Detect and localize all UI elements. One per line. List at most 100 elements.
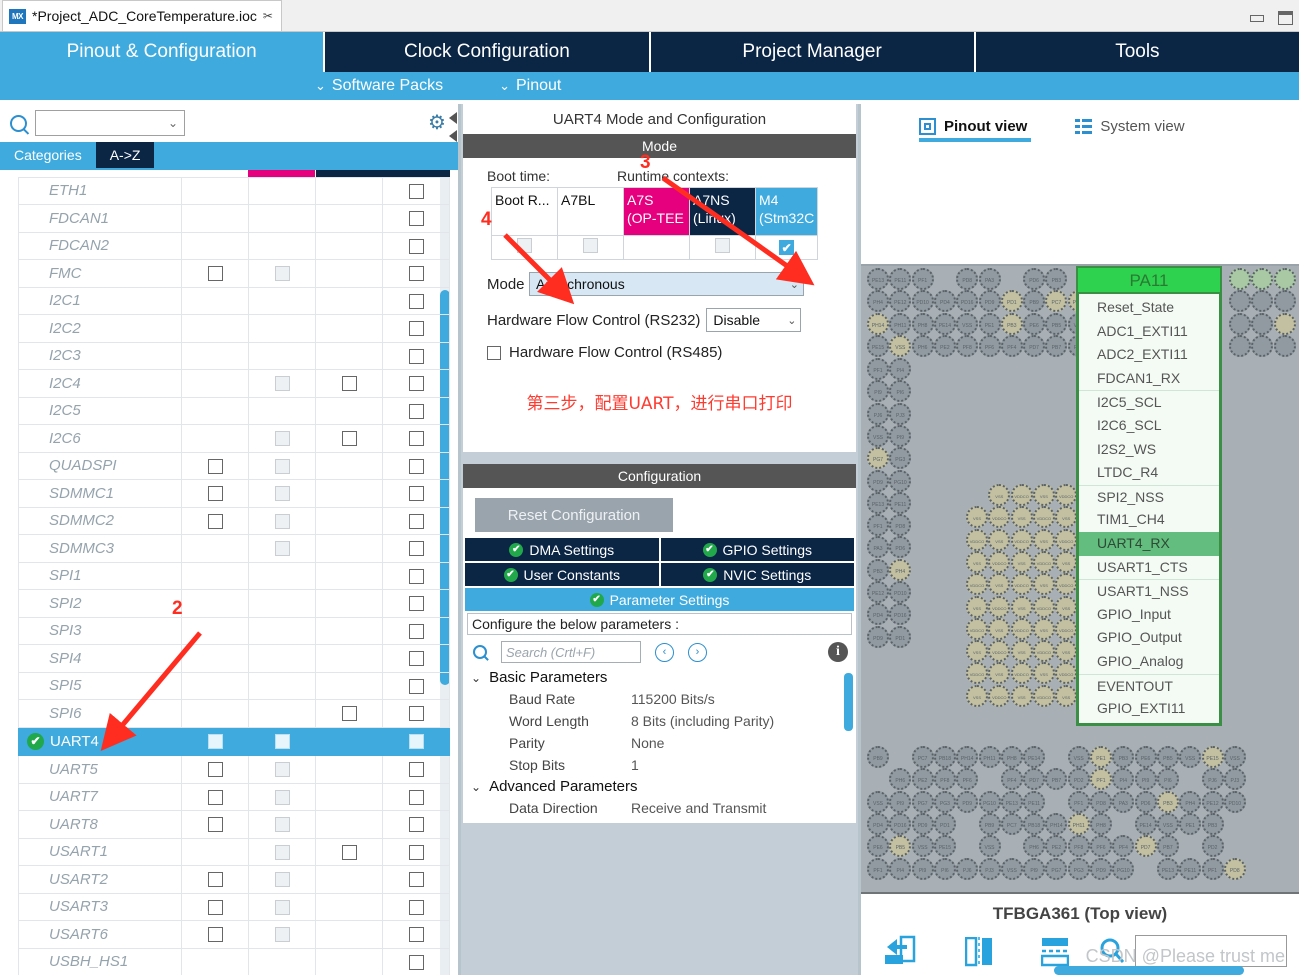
bga-ball[interactable]: PD9: [1090, 858, 1112, 880]
bga-ball[interactable]: PF8: [934, 768, 956, 790]
table-row[interactable]: SDMMC2: [19, 507, 450, 535]
peripheral-checkbox[interactable]: [409, 514, 424, 529]
bga-ball[interactable]: PJ3: [889, 403, 911, 425]
peripheral-cell[interactable]: [383, 866, 450, 894]
bga-ball[interactable]: PH4: [889, 559, 911, 581]
table-row[interactable]: SPI6: [19, 700, 450, 728]
bga-ball[interactable]: VSS: [1055, 640, 1077, 662]
bga-ball[interactable]: PD10: [1224, 791, 1246, 813]
bga-ball[interactable]: PD1: [889, 626, 911, 648]
peripheral-cell[interactable]: [383, 562, 450, 590]
mirror-icon[interactable]: [965, 937, 993, 967]
peripheral-cell[interactable]: [182, 921, 249, 949]
bga-ball[interactable]: PD1: [934, 813, 956, 835]
checkbox-a7ns[interactable]: [715, 238, 730, 253]
table-row[interactable]: QUADSPI: [19, 452, 450, 480]
bga-ball[interactable]: PE13: [867, 268, 889, 290]
bga-ball[interactable]: PH4: [867, 290, 889, 312]
peripheral-name-cell[interactable]: SDMMC2: [19, 507, 182, 535]
table-row[interactable]: SDMMC3: [19, 535, 450, 563]
peripheral-checkbox[interactable]: [409, 927, 424, 942]
bga-ball[interactable]: VSS: [1055, 551, 1077, 573]
peripheral-cell[interactable]: [182, 866, 249, 894]
bga-ball[interactable]: VSS: [1011, 596, 1033, 618]
bga-ball[interactable]: PH8: [912, 313, 934, 335]
context-a7bl-cell[interactable]: [558, 236, 624, 260]
peripheral-name-cell[interactable]: SPI6: [19, 700, 182, 728]
peripheral-checkbox[interactable]: [208, 927, 223, 942]
peripheral-cell[interactable]: [383, 700, 450, 728]
pin-menu-item[interactable]: USART1_NSS: [1079, 579, 1219, 603]
bga-ball[interactable]: VSS: [979, 835, 1001, 857]
bga-ball[interactable]: PD9: [979, 290, 1001, 312]
bga-ball[interactable]: PF6: [956, 768, 978, 790]
peripheral-cell[interactable]: [182, 893, 249, 921]
layout-icon[interactable]: [1041, 937, 1069, 967]
bga-ball[interactable]: VDDCO: [1033, 506, 1055, 528]
parameter-search-input[interactable]: Search (Crtl+F): [501, 641, 641, 663]
bga-ball[interactable]: PG3: [1068, 858, 1090, 880]
bga-ball[interactable]: [1229, 268, 1251, 290]
peripheral-cell[interactable]: [383, 370, 450, 398]
peripheral-cell[interactable]: [383, 507, 450, 535]
peripheral-name-cell[interactable]: SPI1: [19, 562, 182, 590]
table-row[interactable]: FDCAN1: [19, 205, 450, 233]
bga-ball[interactable]: VDDCO: [1033, 551, 1055, 573]
bga-ball[interactable]: VDDCO: [1033, 640, 1055, 662]
peripheral-cell[interactable]: [383, 260, 450, 288]
peripheral-checkbox[interactable]: [409, 762, 424, 777]
bga-ball[interactable]: VDDCO: [988, 506, 1010, 528]
context-m4-cell[interactable]: ✔: [756, 236, 818, 260]
bga-ball[interactable]: PB9: [867, 746, 889, 768]
bga-ball[interactable]: PB7: [1045, 335, 1067, 357]
pin-menu-item[interactable]: GPIO_Output: [1079, 626, 1219, 650]
bga-ball[interactable]: VDDCO: [988, 596, 1010, 618]
table-row[interactable]: I2C3: [19, 342, 450, 370]
bga-ball[interactable]: VSS: [966, 506, 988, 528]
bga-ball[interactable]: PG10: [979, 791, 1001, 813]
pin-menu-item[interactable]: I2S2_WS: [1079, 438, 1219, 462]
rotate-icon[interactable]: [883, 935, 917, 967]
context-m4[interactable]: M4 (Stm32C: [756, 188, 818, 236]
peripheral-cell[interactable]: [249, 727, 316, 756]
peripheral-cell[interactable]: [383, 948, 450, 975]
bga-ball[interactable]: PF4: [1001, 768, 1023, 790]
bga-ball[interactable]: VSS: [966, 685, 988, 707]
bga-ball[interactable]: PB5: [889, 835, 911, 857]
bga-ball[interactable]: PF6: [1090, 835, 1112, 857]
peripheral-checkbox[interactable]: [409, 321, 424, 336]
pin-menu-item[interactable]: ADC2_EXTI11: [1079, 343, 1219, 367]
peripheral-cell[interactable]: [182, 727, 249, 756]
peripheral-checkbox[interactable]: [409, 900, 424, 915]
peripheral-cell[interactable]: [383, 425, 450, 453]
peripheral-cell[interactable]: [316, 838, 383, 866]
peripheral-checkbox[interactable]: [409, 734, 424, 749]
bga-ball[interactable]: PI9: [912, 858, 934, 880]
bga-ball[interactable]: VDDCO: [1011, 484, 1033, 506]
peripheral-checkbox[interactable]: [409, 459, 424, 474]
zoom-slider[interactable]: [1054, 966, 1244, 975]
bga-ball[interactable]: PD8: [889, 514, 911, 536]
bga-ball[interactable]: PI9: [1135, 768, 1157, 790]
menu-pinout[interactable]: ⌄ Pinout: [499, 77, 561, 95]
bga-ball[interactable]: VSS: [1055, 685, 1077, 707]
peripheral-checkbox[interactable]: [409, 706, 424, 721]
peripheral-cell[interactable]: [182, 783, 249, 811]
peripheral-name-cell[interactable]: UART5: [19, 756, 182, 784]
bga-ball[interactable]: VDDCO: [1011, 618, 1033, 640]
bga-ball[interactable]: PH14: [867, 313, 889, 335]
bga-ball[interactable]: PA3: [979, 268, 1001, 290]
bga-ball[interactable]: PD2: [1068, 768, 1090, 790]
bga-ball[interactable]: [1251, 313, 1273, 335]
pin-menu-item[interactable]: I2C5_SCL: [1079, 390, 1219, 414]
menu-software-packs[interactable]: ⌄ Software Packs: [315, 77, 443, 95]
table-row[interactable]: I2C1: [19, 287, 450, 315]
bga-ball[interactable]: VDDCO: [1033, 685, 1055, 707]
bga-ball[interactable]: PE2: [912, 768, 934, 790]
tab-user-constants[interactable]: ✔ User Constants: [465, 563, 659, 586]
peripheral-name-cell[interactable]: I2C3: [19, 342, 182, 370]
peripheral-checkbox[interactable]: [208, 790, 223, 805]
bga-ball[interactable]: PG10: [889, 470, 911, 492]
bga-ball[interactable]: PG7: [867, 447, 889, 469]
bga-ball[interactable]: VSS: [1033, 573, 1055, 595]
